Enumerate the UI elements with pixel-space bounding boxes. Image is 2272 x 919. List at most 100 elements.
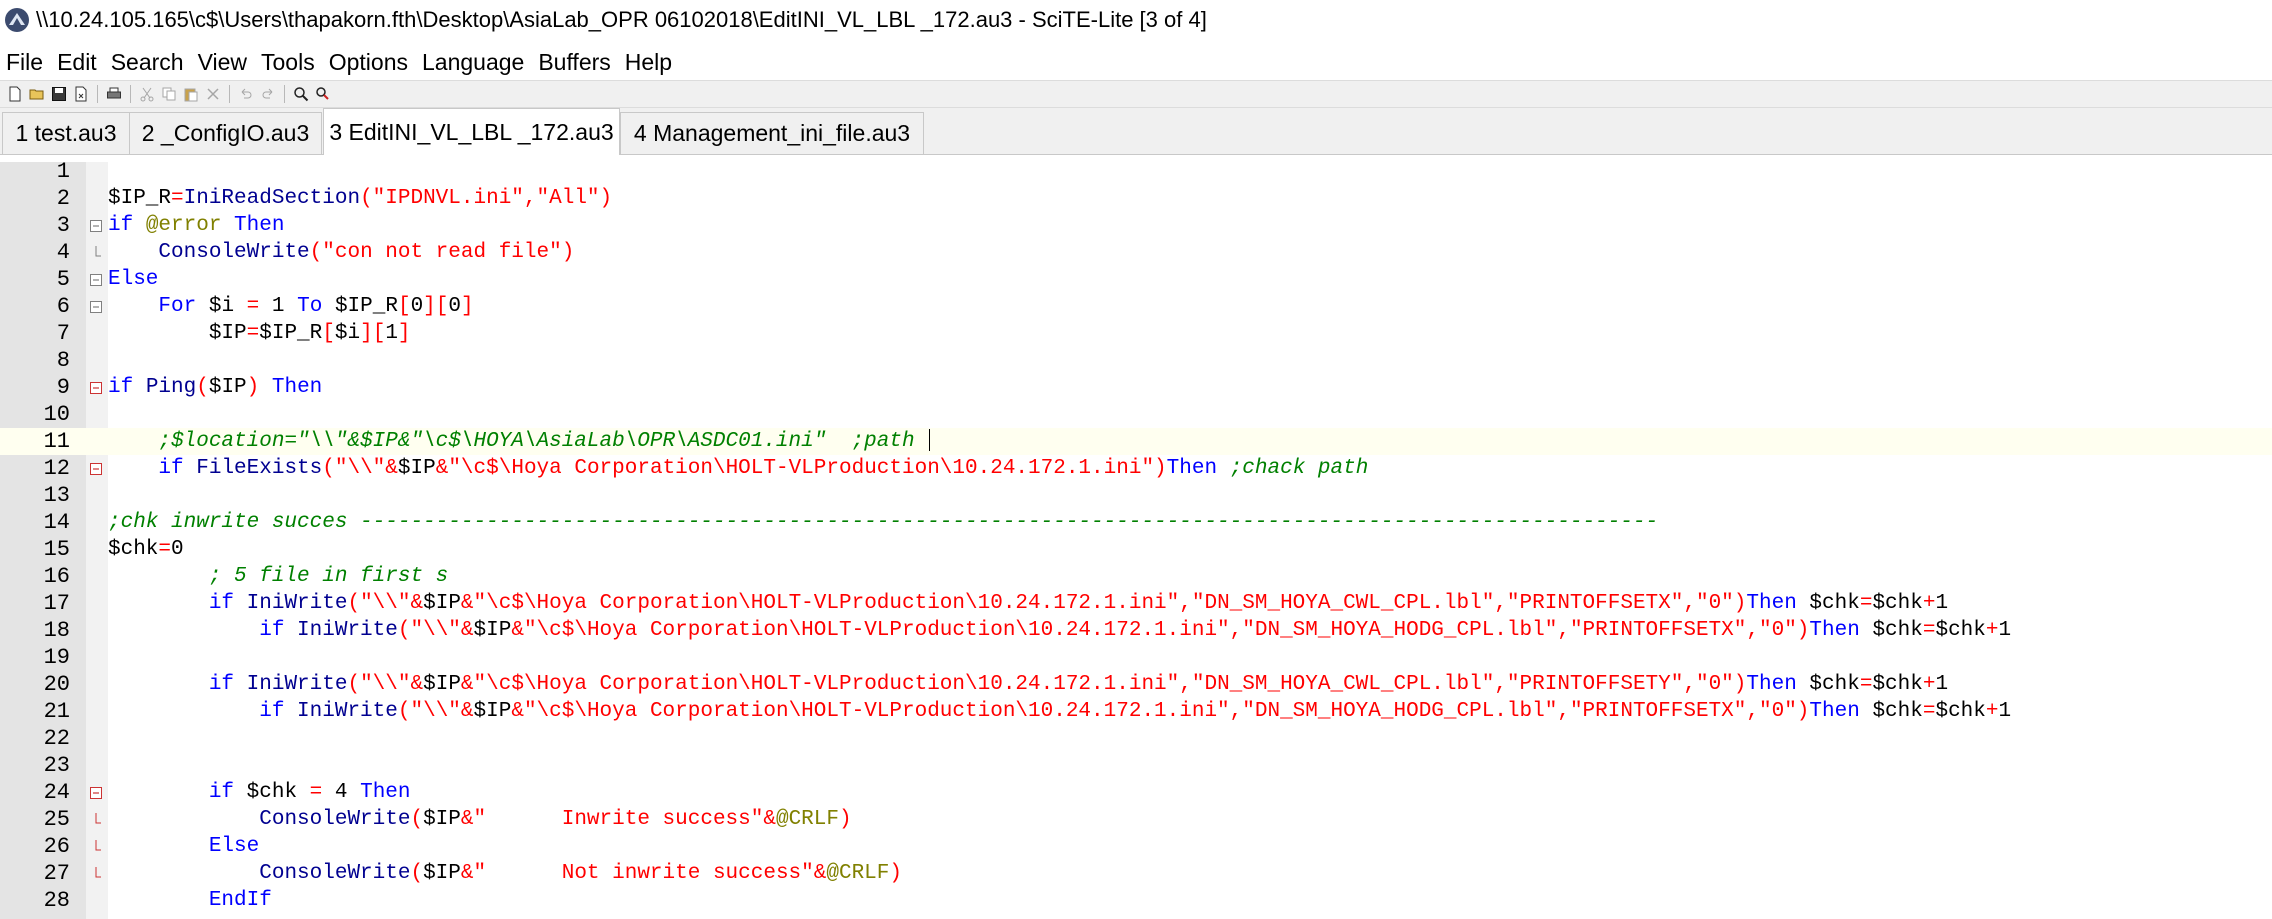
window-title: \\10.24.105.165\c$\Users\thapakorn.fth\D…	[36, 7, 1207, 32]
code-text[interactable]: if IniWrite("\\"&$IP&"\c$\Hoya Corporati…	[108, 590, 1948, 617]
code-line[interactable]: 10	[0, 401, 2272, 428]
scite-app-icon[interactable]	[4, 7, 30, 33]
string-token: "DN_SM_HOYA_CWL_CPL.lbl"	[1191, 673, 1495, 696]
operator-token: )	[1154, 457, 1167, 480]
fold-collapse-icon[interactable]	[90, 462, 102, 475]
tab-2[interactable]: 2 _ConfigIO.au3	[129, 112, 322, 154]
code-line[interactable]: 3 if @error Then	[0, 212, 2272, 239]
code-text[interactable]: $IP_R=IniReadSection("IPDNVL.ini","All")	[108, 185, 612, 212]
code-text[interactable]: Else	[108, 266, 158, 293]
code-text[interactable]: ;chk inwrite succes --------------------…	[108, 509, 1658, 536]
code-line[interactable]: 25 ConsoleWrite($IP&" Inwrite success"&@…	[0, 806, 2272, 833]
code-text[interactable]: EndIf	[108, 887, 272, 914]
number-token: 1	[385, 322, 398, 345]
code-text[interactable]: if IniWrite("\\"&$IP&"\c$\Hoya Corporati…	[108, 617, 2011, 644]
menu-search[interactable]: Search	[104, 49, 191, 76]
operator-token: (	[410, 862, 424, 885]
code-line[interactable]: 18 if IniWrite("\\"&$IP&"\c$\Hoya Corpor…	[0, 617, 2272, 644]
menu-view[interactable]: View	[191, 49, 254, 76]
menu-edit[interactable]: Edit	[50, 49, 104, 76]
cut-icon[interactable]	[139, 86, 155, 102]
redo-icon[interactable]	[260, 86, 276, 102]
code-text[interactable]: Else	[108, 833, 259, 860]
code-editor[interactable]: 1 2 $IP_R=IniReadSection("IPDNVL.ini","All…	[0, 162, 2272, 919]
code-text[interactable]: $IP=$IP_R[$i][1]	[108, 320, 411, 347]
code-text[interactable]: ConsoleWrite($IP&" Not inwrite success"&…	[108, 860, 902, 887]
code-text[interactable]: ; 5 file in first s	[108, 563, 448, 590]
code-text[interactable]: For $i = 1 To $IP_R[0][0]	[108, 293, 473, 320]
operator-token: (	[347, 592, 361, 615]
delete-icon[interactable]	[205, 86, 221, 102]
menu-tools[interactable]: Tools	[254, 49, 322, 76]
operator-token: =	[246, 295, 260, 318]
save-icon[interactable]	[51, 86, 67, 102]
code-line[interactable]: 11 ;$location="\\"&$IP&"\c$\HOYA\AsiaLab…	[0, 428, 2272, 455]
code-line[interactable]: 16 ; 5 file in first s	[0, 563, 2272, 590]
tab-3[interactable]: 3 EditINI_VL_LBL _172.au3	[323, 108, 620, 155]
code-line[interactable]: 26 Else	[0, 833, 2272, 860]
operator-token: &	[410, 592, 424, 615]
code-text[interactable]: if @error Then	[108, 212, 284, 239]
line-number: 17	[43, 591, 70, 616]
fold-collapse-icon[interactable]	[90, 273, 102, 286]
operator-token: &	[460, 619, 474, 642]
code-line[interactable]: 13	[0, 482, 2272, 509]
code-text[interactable]: ConsoleWrite("con not read file")	[108, 239, 574, 266]
code-text[interactable]: if Ping($IP) Then	[108, 374, 322, 401]
code-text[interactable]: if $chk = 4 Then	[108, 779, 411, 806]
operator-token: ,	[1179, 673, 1192, 696]
code-line[interactable]: 22	[0, 725, 2272, 752]
code-line[interactable]: 15 $chk=0	[0, 536, 2272, 563]
code-line[interactable]: 21 if IniWrite("\\"&$IP&"\c$\Hoya Corpor…	[0, 698, 2272, 725]
code-line[interactable]: 17 if IniWrite("\\"&$IP&"\c$\Hoya Corpor…	[0, 590, 2272, 617]
tab-1[interactable]: 1 test.au3	[2, 112, 130, 154]
code-line[interactable]: 19	[0, 644, 2272, 671]
menu-help[interactable]: Help	[618, 49, 679, 76]
code-text[interactable]: ;$location="\\"&$IP&"\c$\HOYA\AsiaLab\OP…	[108, 428, 931, 455]
code-line[interactable]: 12 if FileExists("\\"&$IP&"\c$\Hoya Corp…	[0, 455, 2272, 482]
code-line[interactable]: 24 if $chk = 4 Then	[0, 779, 2272, 806]
code-line[interactable]: 6 For $i = 1 To $IP_R[0][0]	[0, 293, 2272, 320]
fold-collapse-icon[interactable]	[90, 219, 102, 232]
variable-token: $chk	[1872, 592, 1923, 615]
operator-token: ,	[1683, 673, 1696, 696]
code-line[interactable]: 8	[0, 347, 2272, 374]
code-line[interactable]: 20 if IniWrite("\\"&$IP&"\c$\Hoya Corpor…	[0, 671, 2272, 698]
undo-icon[interactable]	[238, 86, 254, 102]
code-text[interactable]: if IniWrite("\\"&$IP&"\c$\Hoya Corporati…	[108, 671, 1948, 698]
operator-token: &	[460, 862, 474, 885]
menu-file[interactable]: File	[0, 49, 50, 76]
fold-collapse-icon[interactable]	[90, 786, 102, 799]
new-file-icon[interactable]	[7, 86, 23, 102]
function-token: IniWrite	[297, 619, 398, 642]
code-text[interactable]: if IniWrite("\\"&$IP&"\c$\Hoya Corporati…	[108, 698, 2011, 725]
code-line[interactable]: 23	[0, 752, 2272, 779]
fold-collapse-icon[interactable]	[90, 381, 102, 394]
code-text[interactable]: $chk=0	[108, 536, 184, 563]
find-icon[interactable]	[293, 86, 309, 102]
menu-buffers[interactable]: Buffers	[531, 49, 617, 76]
code-line[interactable]: 9 if Ping($IP) Then	[0, 374, 2272, 401]
close-file-icon[interactable]	[73, 86, 89, 102]
print-icon[interactable]	[106, 86, 122, 102]
tab-4[interactable]: 4 Management_ini_file.au3	[620, 112, 924, 154]
code-line[interactable]: 14 ;chk inwrite succes ------------------…	[0, 509, 2272, 536]
code-line[interactable]: 4 ConsoleWrite("con not read file")	[0, 239, 2272, 266]
copy-icon[interactable]	[161, 86, 177, 102]
fold-collapse-icon[interactable]	[90, 300, 102, 313]
code-line[interactable]: 2 $IP_R=IniReadSection("IPDNVL.ini","All"…	[0, 185, 2272, 212]
code-line[interactable]: 7 $IP=$IP_R[$i][1]	[0, 320, 2272, 347]
menu-language[interactable]: Language	[415, 49, 531, 76]
menu-options[interactable]: Options	[322, 49, 415, 76]
open-folder-icon[interactable]	[29, 86, 45, 102]
replace-icon[interactable]	[315, 86, 331, 102]
code-line[interactable]: 1	[0, 162, 2272, 185]
code-text[interactable]: ConsoleWrite($IP&" Inwrite success"&@CRL…	[108, 806, 851, 833]
code-line[interactable]: 27 ConsoleWrite($IP&" Not inwrite succes…	[0, 860, 2272, 887]
code-line[interactable]: 5 Else	[0, 266, 2272, 293]
code-line[interactable]: 28 EndIf	[0, 887, 2272, 914]
code-text[interactable]: if FileExists("\\"&$IP&"\c$\Hoya Corpora…	[108, 455, 1368, 482]
paste-icon[interactable]	[183, 86, 199, 102]
